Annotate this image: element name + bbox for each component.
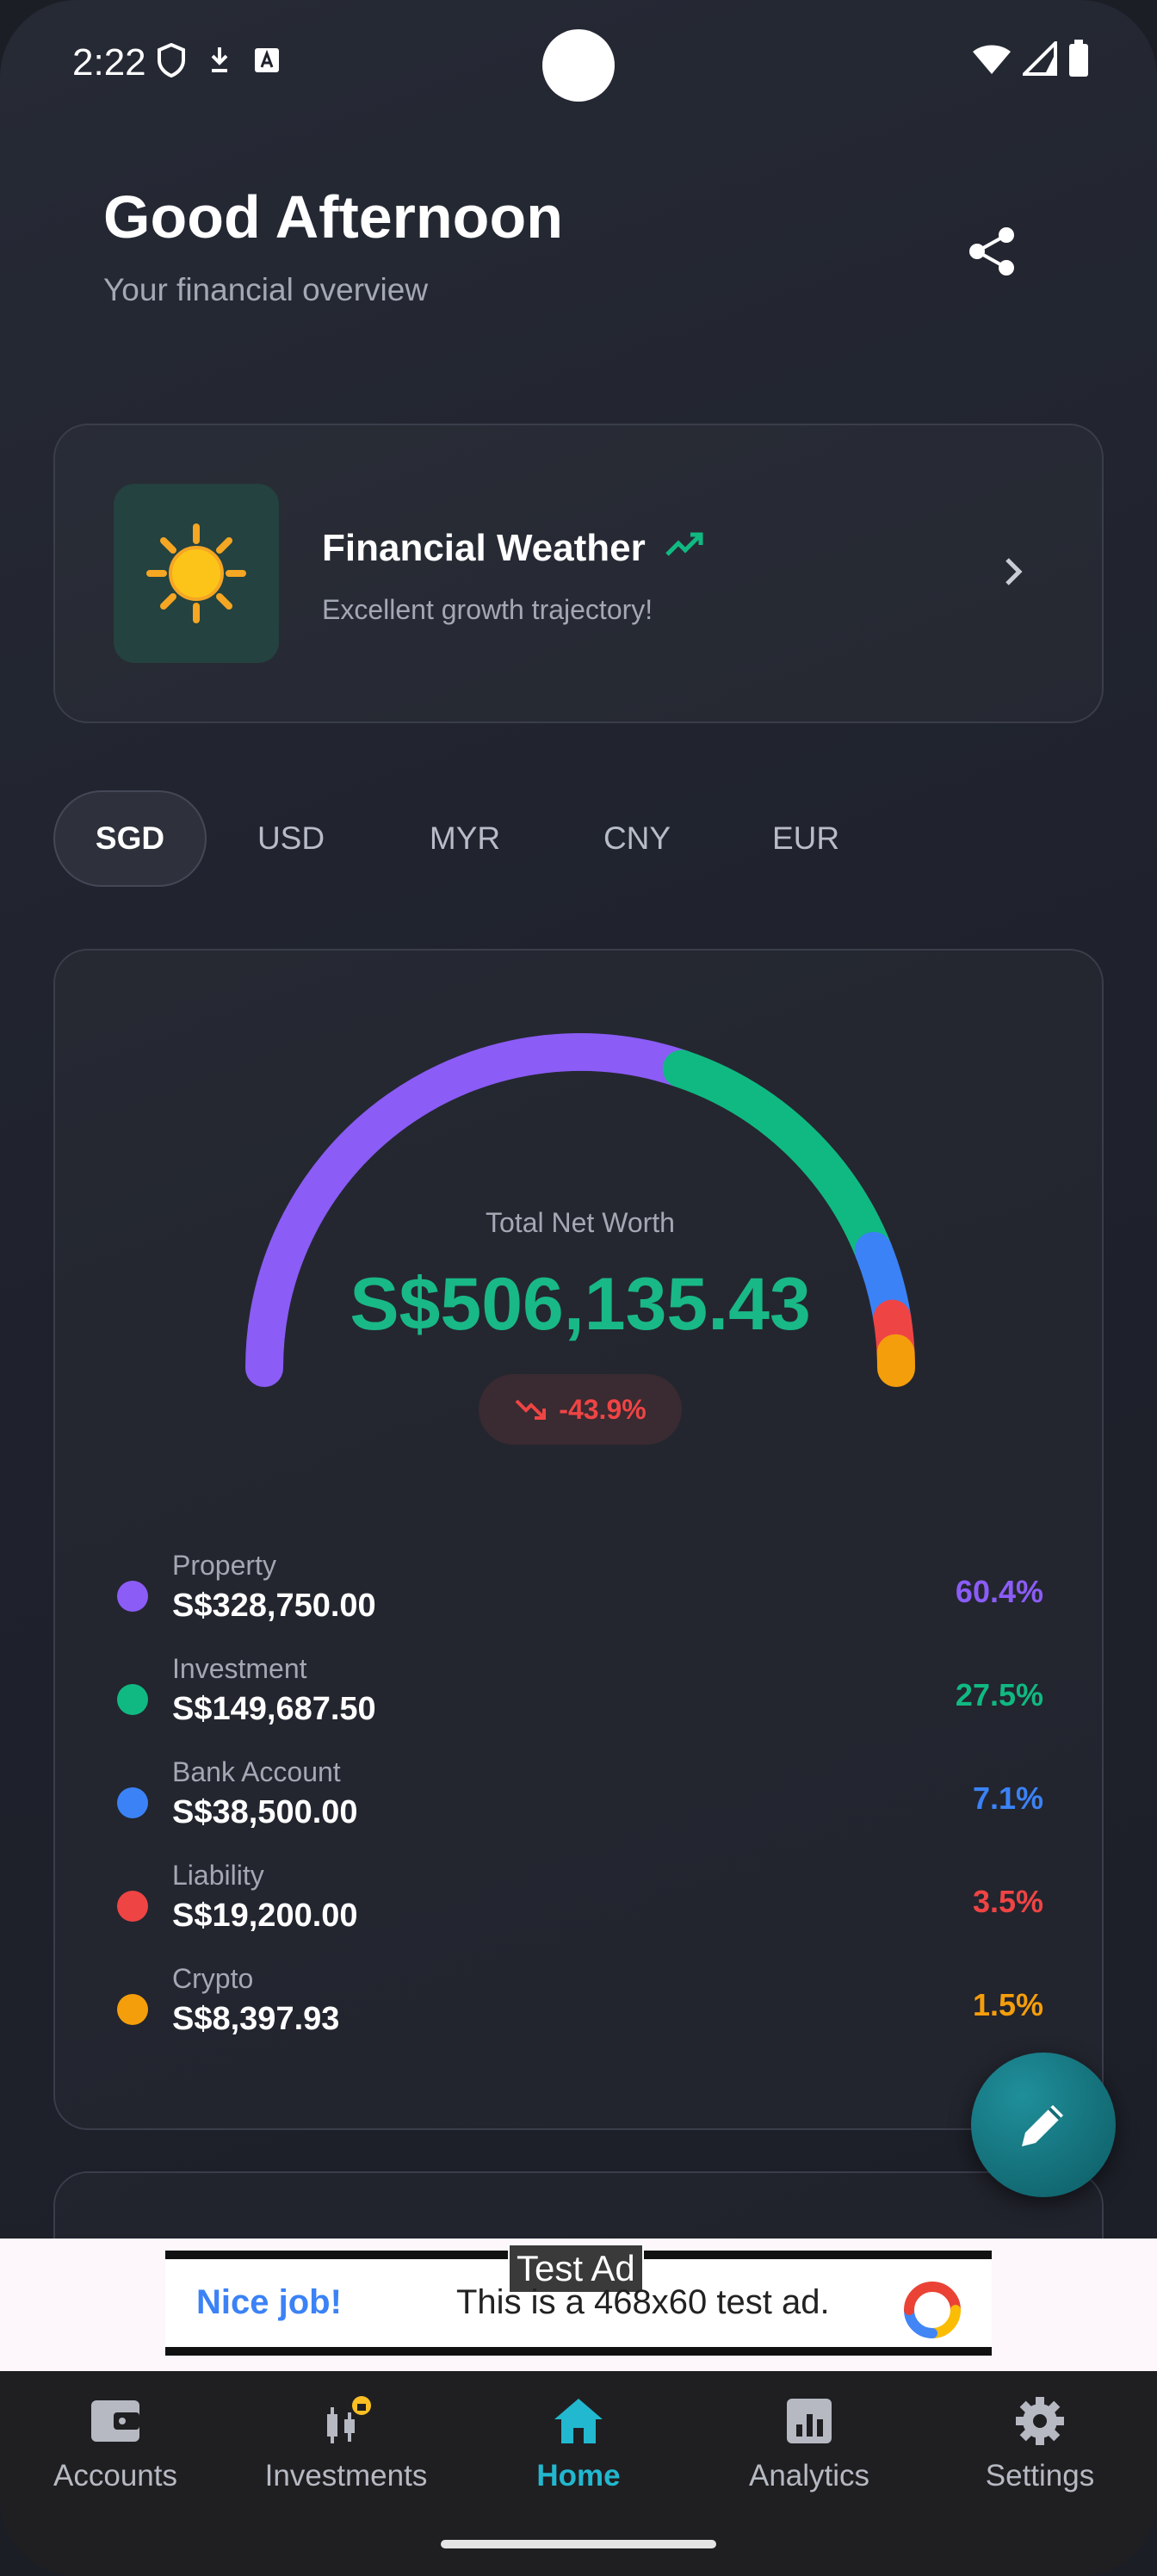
weather-title: Financial Weather bbox=[322, 527, 646, 569]
net-worth-gauge bbox=[245, 1033, 916, 1387]
battery-icon bbox=[1069, 40, 1088, 77]
investments-icon bbox=[327, 2396, 371, 2443]
breakdown-percent: 1.5% bbox=[972, 1987, 1043, 2022]
breakdown-value: S$328,750.00 bbox=[172, 1588, 376, 1624]
breakdown-name: Property bbox=[172, 1550, 276, 1581]
currency-tab-cny[interactable]: CNY bbox=[561, 790, 713, 887]
shield-icon bbox=[158, 43, 185, 77]
ad-text: This is a 468x60 test ad. bbox=[456, 2283, 830, 2321]
weather-icon-box bbox=[114, 484, 279, 663]
currency-tab-myr[interactable]: MYR bbox=[389, 790, 541, 887]
breakdown-value: S$19,200.00 bbox=[172, 1898, 358, 1934]
breakdown-value: S$149,687.50 bbox=[172, 1691, 376, 1727]
gear-icon bbox=[1016, 2397, 1064, 2445]
breakdown-name: Bank Account bbox=[172, 1756, 341, 1787]
keyboard-a-icon bbox=[255, 48, 279, 72]
breakdown-color-dot bbox=[117, 1787, 148, 1818]
nav-analytics[interactable]: Analytics bbox=[694, 2395, 925, 2493]
ad-logo-icon bbox=[904, 2282, 961, 2338]
breakdown-value: S$38,500.00 bbox=[172, 1794, 358, 1830]
sun-icon bbox=[146, 523, 246, 623]
breakdown-name: Crypto bbox=[172, 1963, 254, 1994]
trending-down-icon bbox=[515, 1399, 547, 1420]
breakdown-color-dot bbox=[117, 1684, 148, 1715]
breakdown-percent: 7.1% bbox=[972, 1780, 1043, 1816]
nav-label-analytics: Analytics bbox=[748, 2459, 870, 2492]
net-worth-value: S$506,135.43 bbox=[350, 1263, 811, 1346]
breakdown-item: Investment S$149,687.50 27.5% bbox=[117, 1648, 1043, 1751]
nav-home[interactable]: Home bbox=[463, 2395, 694, 2493]
net-worth-label: Total Net Worth bbox=[486, 1207, 675, 1238]
nav-accounts[interactable]: Accounts bbox=[0, 2395, 231, 2493]
nav-label-home: Home bbox=[536, 2459, 621, 2492]
net-worth-change-badge: -43.9% bbox=[479, 1374, 682, 1445]
nav-settings[interactable]: Settings bbox=[925, 2395, 1155, 2493]
chevron-right-icon bbox=[1005, 558, 1023, 585]
currency-tab-usd[interactable]: USD bbox=[215, 790, 367, 887]
analytics-icon bbox=[787, 2399, 832, 2443]
nav-label-accounts: Accounts bbox=[53, 2459, 177, 2492]
greeting-subtitle: Your financial overview bbox=[103, 272, 429, 307]
currency-tab-sgd[interactable]: SGD bbox=[53, 790, 207, 887]
camera-cutout bbox=[542, 29, 615, 102]
home-icon bbox=[554, 2399, 603, 2443]
pencil-icon bbox=[1022, 2105, 1063, 2146]
nav-label-investments: Investments bbox=[264, 2459, 428, 2492]
net-worth-change: -43.9% bbox=[559, 1393, 647, 1425]
breakdown-name: Liability bbox=[172, 1860, 264, 1891]
signal-icon bbox=[1023, 41, 1057, 76]
wifi-icon bbox=[973, 45, 1011, 74]
financial-weather-card[interactable]: Financial Weather Excellent growth traje… bbox=[53, 424, 1104, 723]
app-screen: 2:22 Good Afternoon Your financial overv… bbox=[0, 0, 1157, 2576]
edit-fab-button[interactable] bbox=[971, 2053, 1116, 2197]
breakdown-percent: 3.5% bbox=[972, 1884, 1043, 1919]
breakdown-item: Property S$328,750.00 60.4% bbox=[117, 1545, 1043, 1648]
breakdown-item: Bank Account S$38,500.00 7.1% bbox=[117, 1751, 1043, 1855]
currency-tab-eur[interactable]: EUR bbox=[730, 790, 882, 887]
home-indicator bbox=[441, 2540, 716, 2548]
status-bar: 2:22 bbox=[0, 0, 1157, 129]
trending-up-icon bbox=[665, 532, 703, 556]
breakdown-name: Investment bbox=[172, 1653, 307, 1684]
breakdown-item: Liability S$19,200.00 3.5% bbox=[117, 1855, 1043, 1958]
share-icon bbox=[969, 227, 1014, 276]
nav-label-settings: Settings bbox=[985, 2459, 1095, 2492]
net-worth-breakdown-list: Property S$328,750.00 60.4% Investment S$149… bbox=[117, 1545, 1043, 2061]
breakdown-value: S$8,397.93 bbox=[172, 2001, 340, 2037]
share-button[interactable] bbox=[957, 217, 1026, 286]
nav-investments[interactable]: Investments bbox=[231, 2395, 461, 2493]
status-notification-icons bbox=[157, 43, 281, 77]
status-system-icons bbox=[971, 40, 1090, 77]
wallet-icon bbox=[91, 2400, 139, 2442]
download-icon bbox=[211, 47, 228, 72]
status-time: 2:22 bbox=[72, 41, 146, 84]
breakdown-percent: 27.5% bbox=[955, 1677, 1043, 1712]
weather-description: Excellent growth trajectory! bbox=[322, 594, 653, 625]
ad-cta-link[interactable]: Nice job! bbox=[196, 2283, 342, 2322]
breakdown-color-dot bbox=[117, 1994, 148, 2025]
breakdown-color-dot bbox=[117, 1891, 148, 1922]
breakdown-percent: 60.4% bbox=[955, 1574, 1043, 1609]
net-worth-card: Total Net Worth S$506,135.43 -43.9% Prop… bbox=[53, 949, 1104, 2130]
breakdown-item: Crypto S$8,397.93 1.5% bbox=[117, 1958, 1043, 2061]
greeting-title: Good Afternoon bbox=[103, 183, 563, 251]
breakdown-color-dot bbox=[117, 1581, 148, 1612]
